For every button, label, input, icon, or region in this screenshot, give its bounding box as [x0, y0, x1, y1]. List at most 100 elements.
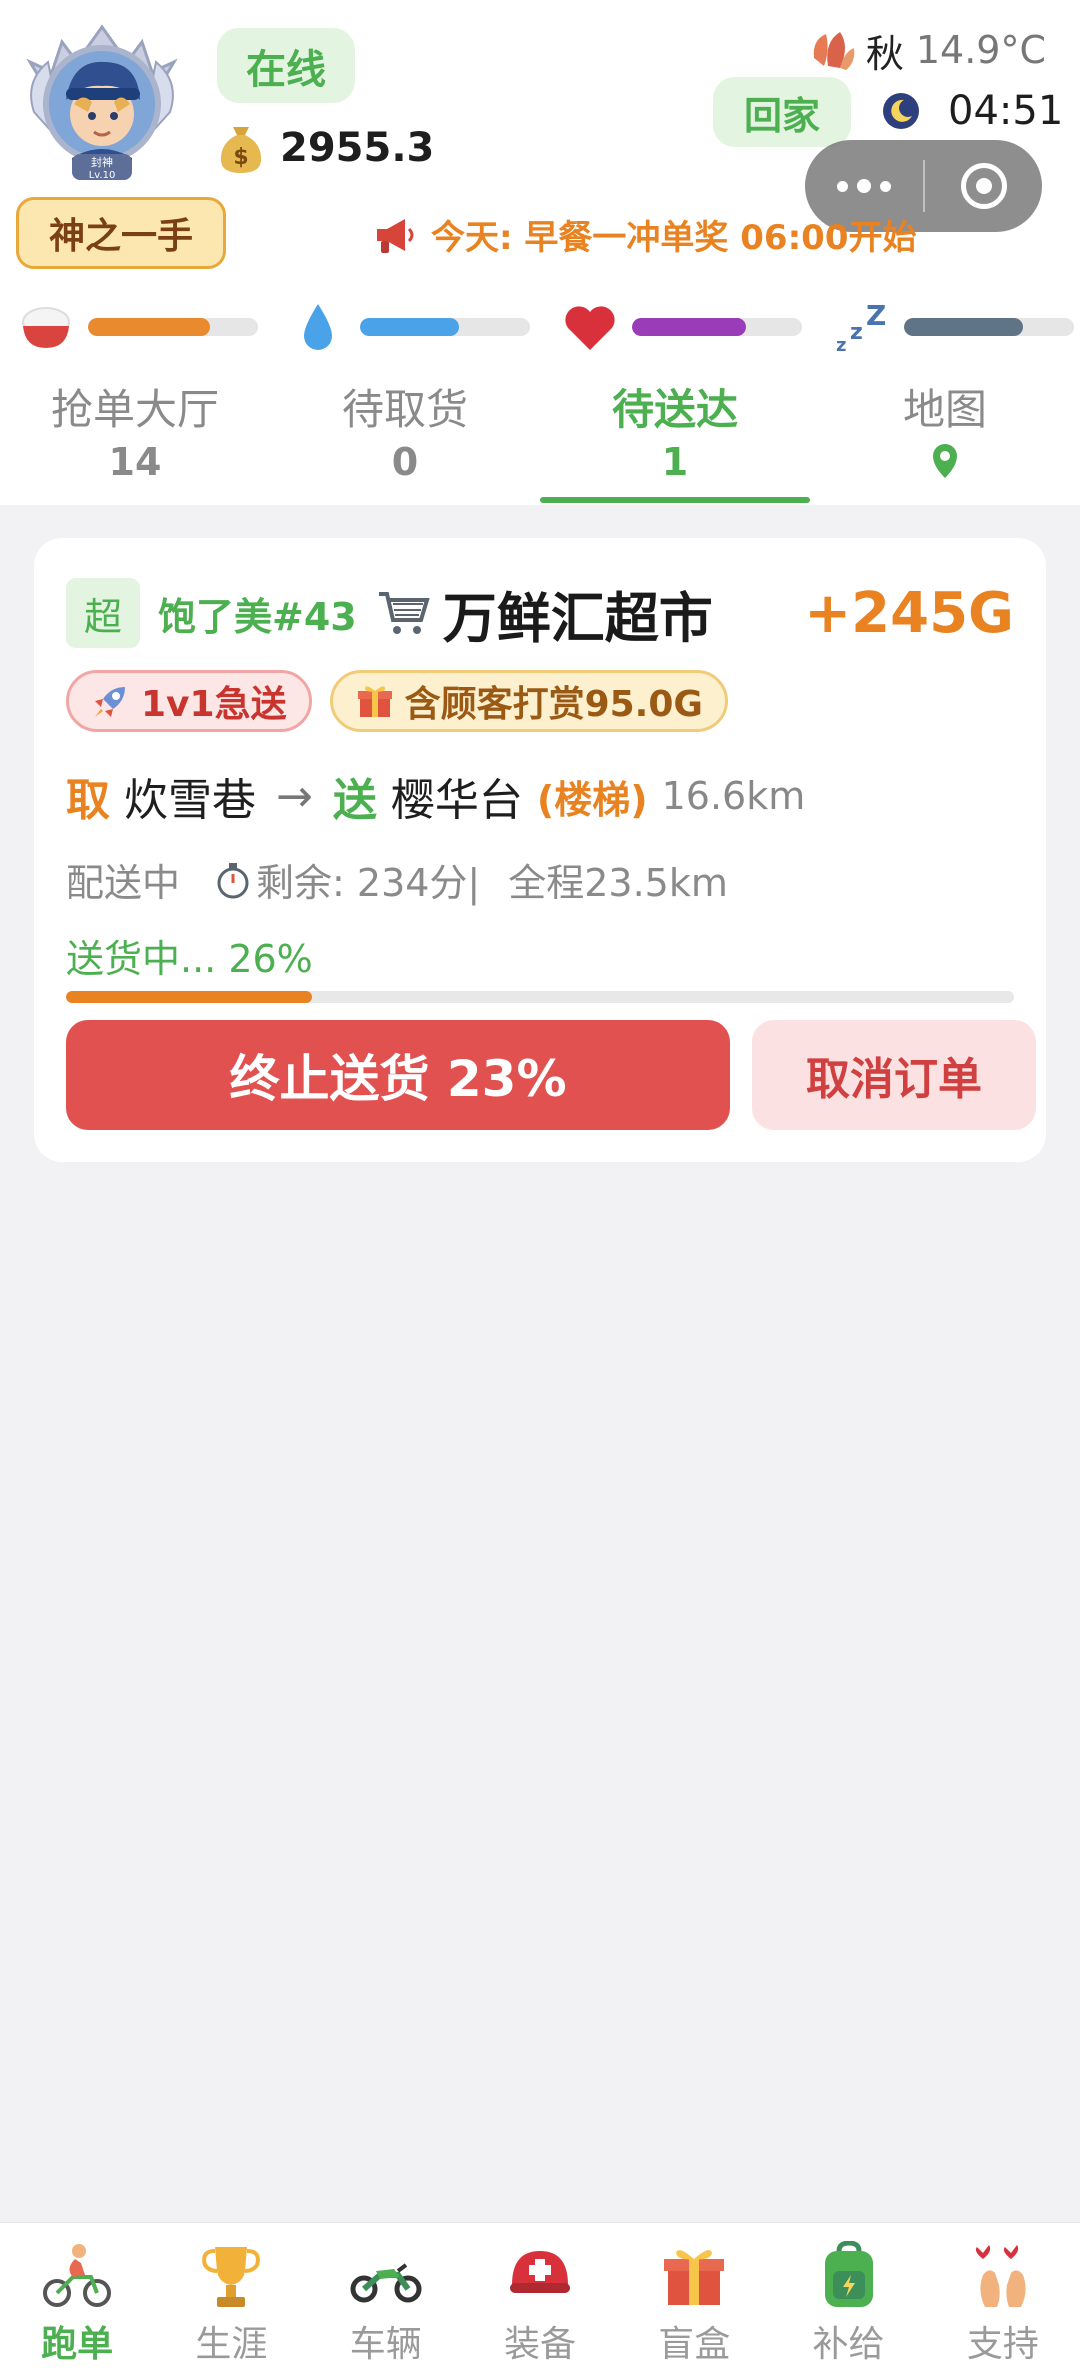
gift-icon	[357, 686, 392, 717]
bottom-nav: 跑单 生涯 车辆 装备 盲盒 补给 支持	[0, 2222, 1080, 2377]
nav-blind-box[interactable]: 盲盒	[617, 2223, 771, 2377]
money-bag-icon: $	[220, 127, 262, 173]
nav-label: 装备	[503, 2324, 576, 2365]
order-chips: 1v1急送 含顾客打赏95.0G	[66, 670, 728, 732]
time-label: 04:51	[948, 88, 1064, 134]
urgent-chip-label: 1v1急送	[141, 684, 287, 725]
route-arrow: →	[276, 770, 313, 822]
stopwatch-icon	[217, 862, 249, 898]
more-dot-icon	[857, 179, 871, 193]
shop-code: 饱了美#43	[158, 594, 357, 639]
weather-display: 秋 14.9°C	[810, 22, 1046, 78]
temperature-label: 14.9°C	[915, 28, 1046, 72]
nav-support[interactable]: 支持	[926, 2223, 1080, 2377]
more-dot-icon	[837, 180, 848, 192]
route-distance: 16.6km	[661, 774, 806, 818]
nav-label: 车辆	[349, 2324, 422, 2365]
nav-vehicles[interactable]: 车辆	[309, 2223, 463, 2377]
deliver-place: 樱华台	[390, 775, 523, 826]
svg-text:Z: Z	[866, 299, 886, 332]
helmet-icon	[509, 2251, 570, 2293]
urgent-delivery-chip: 1v1急送	[66, 670, 312, 732]
announcement[interactable]: 今天: 早餐一冲单奖 06:00开始	[373, 210, 917, 259]
backpack-icon	[824, 2241, 873, 2307]
remaining-time: 剩余: 234分|	[256, 861, 481, 905]
money-value: 2955.3	[280, 125, 435, 171]
tab-label: 抢单大厅	[50, 385, 219, 434]
heart-hands-icon	[975, 2245, 1026, 2307]
tip-chip-label: 含顾客打赏95.0G	[404, 684, 703, 725]
online-status-badge[interactable]: 在线	[217, 28, 355, 103]
season-label: 秋	[865, 31, 904, 76]
order-tabs: 抢单大厅 14 待取货 0 待送达 1 地图	[0, 372, 1080, 505]
nav-label: 跑单	[41, 2324, 114, 2365]
delivery-progress-fill	[66, 991, 313, 1003]
tab-order-hall[interactable]: 抢单大厅 14	[0, 372, 270, 505]
stairs-note: (楼梯)	[536, 777, 648, 822]
order-header: 超 饱了美#43 万鲜汇超市 +245G	[66, 578, 1014, 650]
water-drop-icon	[290, 299, 346, 355]
sleep-zzz-icon: z z Z	[834, 299, 890, 355]
nav-label: 支持	[966, 2324, 1039, 2365]
tab-map[interactable]: 地图	[810, 372, 1080, 505]
megaphone-icon	[377, 218, 414, 253]
target-circle-icon	[960, 163, 1007, 209]
deliver-label: 送	[332, 775, 377, 826]
water-stat	[290, 292, 530, 362]
trophy-icon	[202, 2247, 261, 2307]
shop-name: 万鲜汇超市	[442, 586, 713, 650]
title-badge[interactable]: 神之一手	[16, 197, 226, 269]
health-bar-fill	[632, 318, 746, 336]
announcement-text: 今天: 早餐一冲单奖 06:00开始	[431, 218, 917, 258]
rocket-icon	[95, 687, 125, 717]
svg-text:z: z	[850, 320, 863, 345]
more-button[interactable]	[805, 179, 923, 193]
status-bars: z z Z	[0, 292, 1080, 362]
avatar-level-title: 封神	[91, 155, 113, 169]
gift-icon	[664, 2250, 725, 2305]
svg-text:z: z	[836, 335, 846, 355]
shopping-cart-icon	[378, 592, 430, 634]
nav-label: 盲盒	[658, 2324, 731, 2365]
delivery-info: 配送中 剩余: 234分| 全程23.5km	[66, 852, 728, 907]
food-stat	[18, 292, 258, 362]
cyclist-icon	[43, 2244, 112, 2307]
svg-text:$: $	[233, 145, 248, 170]
pickup-label: 取	[66, 775, 110, 826]
home-button[interactable]: 回家	[713, 77, 851, 147]
nav-equipment[interactable]: 装备	[463, 2223, 617, 2377]
tab-pending-delivery[interactable]: 待送达 1	[540, 372, 810, 505]
close-miniprogram-button[interactable]	[925, 163, 1042, 209]
stop-delivery-button[interactable]: 终止送货 23%	[66, 1020, 730, 1130]
water-bar-fill	[360, 318, 459, 336]
map-pin-icon	[930, 442, 960, 484]
heart-icon	[562, 299, 618, 355]
nav-label: 补给	[812, 2324, 885, 2365]
order-card[interactable]: 超 饱了美#43 万鲜汇超市 +245G 1v1急送 含顾客打赏95.0G 取 …	[34, 538, 1046, 1162]
tab-label: 待送达	[611, 385, 738, 434]
nav-run-orders[interactable]: 跑单	[0, 2223, 154, 2377]
tab-count: 0	[391, 440, 419, 484]
tab-count: 14	[108, 440, 162, 484]
avatar-badge-icon: 封神 Lv.10	[26, 24, 178, 181]
nav-career[interactable]: 生涯	[154, 2223, 308, 2377]
motorcycle-icon	[350, 2263, 422, 2303]
avatar[interactable]: 封神 Lv.10	[22, 22, 182, 187]
health-stat	[562, 292, 802, 362]
nav-supplies[interactable]: 补给	[771, 2223, 925, 2377]
supermarket-tag: 超	[66, 578, 140, 648]
sleep-stat: z z Z	[834, 292, 1074, 362]
route-line: 取 炊雪巷 → 送 樱华台 (楼梯) 16.6km	[66, 764, 805, 828]
autumn-leaf-icon	[813, 32, 855, 70]
food-bar-fill	[88, 318, 211, 336]
clock: 04:51	[882, 88, 1063, 134]
nav-label: 生涯	[195, 2324, 268, 2365]
delivery-status: 配送中	[66, 861, 181, 905]
progress-text: 送货中... 26%	[66, 937, 313, 981]
rice-bowl-icon	[18, 299, 74, 355]
active-tab-indicator	[540, 497, 810, 503]
cancel-order-button[interactable]: 取消订单	[752, 1020, 1036, 1130]
tab-pending-pickup[interactable]: 待取货 0	[270, 372, 540, 505]
sleep-bar-fill	[904, 318, 1023, 336]
tab-count: 1	[661, 440, 689, 484]
